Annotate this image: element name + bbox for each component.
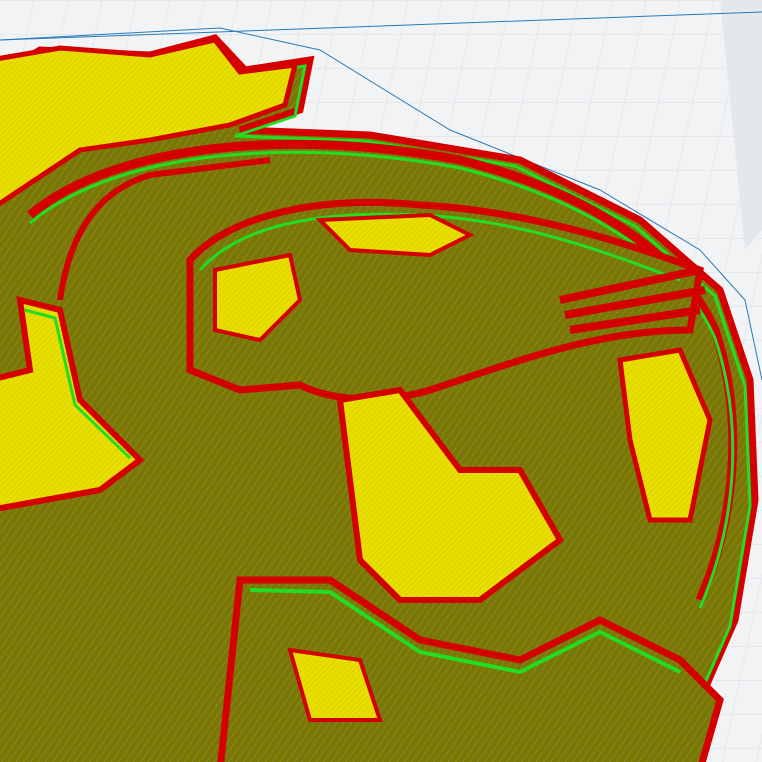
3d-layer-preview-viewport[interactable] [0,0,762,762]
layer-view-canvas[interactable] [0,0,762,762]
